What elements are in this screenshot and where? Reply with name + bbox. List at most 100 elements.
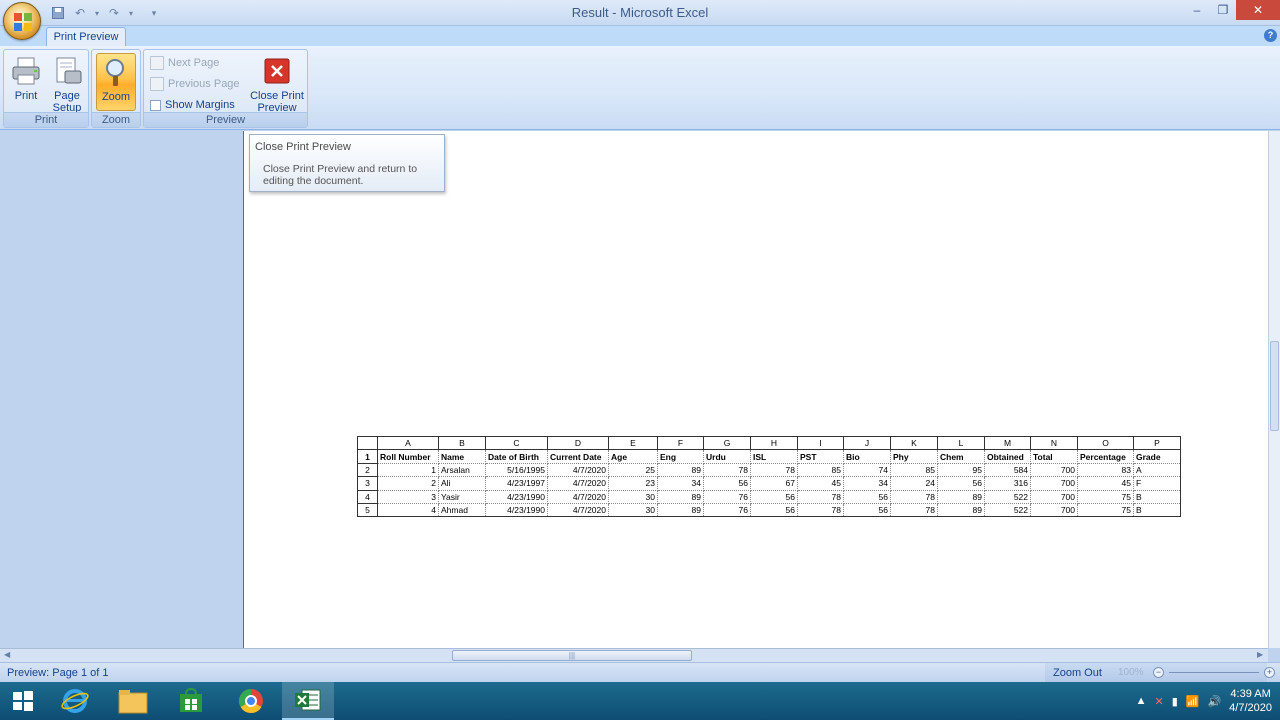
row-number: 5 [357, 502, 378, 518]
column-header-cell: Bio [843, 449, 891, 464]
table-cell: Ahmad [438, 502, 486, 518]
column-header-cell: Date of Birth [485, 449, 548, 464]
table-cell: 78 [797, 489, 844, 504]
column-letter: A [377, 435, 439, 451]
page-setup-button[interactable]: Page Setup [47, 53, 87, 114]
print-group: Print Page Setup Print [3, 49, 89, 128]
preview-page[interactable] [243, 131, 1269, 648]
close-print-preview-tooltip: Close Print Preview Close Print Preview … [249, 134, 445, 192]
table-cell: 30 [608, 502, 658, 518]
corner-cell [357, 435, 378, 451]
column-header-cell: Age [608, 449, 658, 464]
table-cell: 89 [937, 489, 985, 504]
column-header-cell: Chem [937, 449, 985, 464]
table-cell: 700 [1030, 502, 1078, 518]
show-margins-checkbox[interactable] [150, 99, 161, 111]
previous-page-button[interactable]: Previous Page [150, 75, 240, 93]
zoom-button[interactable]: Zoom [96, 53, 136, 111]
table-cell: 89 [657, 462, 704, 478]
horizontal-scroll-thumb[interactable]: ||| [452, 650, 692, 661]
table-cell: 4/23/1990 [485, 489, 548, 504]
table-cell: 56 [750, 502, 798, 518]
volume-icon[interactable]: 🔊 [1207, 695, 1221, 708]
taskbar-excel[interactable] [282, 682, 334, 720]
minimize-icon[interactable]: – [1184, 0, 1210, 20]
horizontal-scrollbar[interactable]: ◀ ||| ▶ [0, 648, 1268, 662]
tooltip-title: Close Print Preview [255, 141, 351, 153]
zoom-slider[interactable] [1169, 672, 1259, 673]
table-cell: 78 [703, 462, 751, 478]
antivirus-icon[interactable]: ✕ [1154, 695, 1163, 708]
zoom-group-label: Zoom [92, 112, 140, 127]
ribbon: Print Page Setup Print Zoom Zoom Next Pa… [0, 46, 1280, 130]
folder-icon [118, 690, 148, 714]
column-letter: F [657, 435, 704, 451]
table-cell: 56 [843, 502, 891, 518]
table-cell: 4 [377, 502, 439, 518]
status-text: Preview: Page 1 of 1 [7, 667, 109, 679]
table-cell: F [1133, 476, 1181, 491]
show-hidden-icons-icon[interactable]: ▲ [1136, 695, 1147, 707]
scroll-left-icon[interactable]: ◀ [4, 650, 10, 659]
start-button[interactable] [0, 682, 46, 720]
table-cell: 30 [608, 489, 658, 504]
taskbar: ▲ ✕ ▮ 📶 🔊 4:39 AM 4/7/2020 [0, 682, 1280, 720]
table-row: 4 3 Yasir 4/23/1990 4/7/2020 30 89 76 56 78 56 78 89… [357, 489, 1181, 504]
print-button-label: Print [14, 90, 38, 102]
next-page-label: Next Page [168, 57, 220, 69]
close-print-preview-button[interactable]: Close Print Preview [248, 53, 306, 114]
internet-explorer-icon [61, 689, 89, 713]
table-cell: 75 [1077, 502, 1134, 518]
table-cell: 4/7/2020 [547, 502, 609, 518]
table-cell: 56 [750, 489, 798, 504]
power-icon[interactable]: ▮ [1172, 695, 1178, 708]
clock-time: 4:39 AM [1230, 688, 1271, 700]
preview-group-label: Preview [144, 112, 307, 127]
table-cell: 522 [984, 502, 1031, 518]
table-row: 3 2 Ali 4/23/1997 4/7/2020 23 34 56 67 45 34 24 56 31… [357, 476, 1181, 491]
scroll-right-icon[interactable]: ▶ [1257, 650, 1263, 659]
table-cell: 4/7/2020 [547, 489, 609, 504]
column-letter: D [547, 435, 609, 451]
vertical-scrollbar[interactable] [1268, 131, 1280, 648]
taskbar-ie[interactable] [52, 682, 98, 720]
taskbar-chrome[interactable] [228, 682, 274, 720]
table-cell: 45 [797, 476, 844, 491]
taskbar-explorer[interactable] [110, 682, 156, 720]
column-header-cell: Obtained [984, 449, 1031, 464]
column-letter: J [843, 435, 891, 451]
close-window-icon[interactable]: ✕ [1236, 0, 1280, 20]
next-page-button[interactable]: Next Page [150, 54, 219, 72]
column-header-cell: Urdu [703, 449, 751, 464]
vertical-scroll-thumb[interactable] [1270, 341, 1279, 431]
show-margins-label: Show Margins [165, 99, 235, 111]
table-cell: A [1133, 462, 1181, 478]
column-letter: O [1077, 435, 1134, 451]
table-cell: B [1133, 489, 1181, 504]
tooltip-body-line-1: Close Print Preview and return to [263, 163, 418, 175]
zoom-percent[interactable]: 100% [1118, 667, 1144, 678]
column-letter: P [1133, 435, 1181, 451]
restore-icon[interactable]: ❐ [1210, 0, 1236, 20]
zoom-out-label[interactable]: Zoom Out [1053, 667, 1102, 679]
table-cell: Ali [438, 476, 486, 491]
table-cell: 78 [890, 502, 938, 518]
sheet-preview-table: A B C D E F G H I J K L M N O P 1 Roll Number Name Date of … [357, 435, 1181, 518]
table-cell: 584 [984, 462, 1031, 478]
table-cell: Yasir [438, 489, 486, 504]
taskbar-store[interactable] [168, 682, 214, 720]
help-icon[interactable]: ? [1264, 29, 1277, 42]
page-setup-label-1: Page [54, 90, 80, 102]
column-letter: B [438, 435, 486, 451]
column-letter: I [797, 435, 844, 451]
zoom-control: Zoom Out 100% − + [1045, 663, 1275, 683]
clock[interactable]: 4:39 AM 4/7/2020 [1229, 687, 1272, 715]
zoom-plus-icon[interactable]: + [1264, 667, 1275, 678]
network-icon[interactable]: 📶 [1186, 695, 1200, 708]
table-cell: 5/16/1995 [485, 462, 548, 478]
office-button[interactable] [3, 2, 41, 40]
table-cell: 4/7/2020 [547, 462, 609, 478]
print-button[interactable]: Print [7, 53, 45, 113]
zoom-minus-icon[interactable]: − [1153, 667, 1164, 678]
tab-print-preview[interactable]: Print Preview [46, 27, 126, 46]
